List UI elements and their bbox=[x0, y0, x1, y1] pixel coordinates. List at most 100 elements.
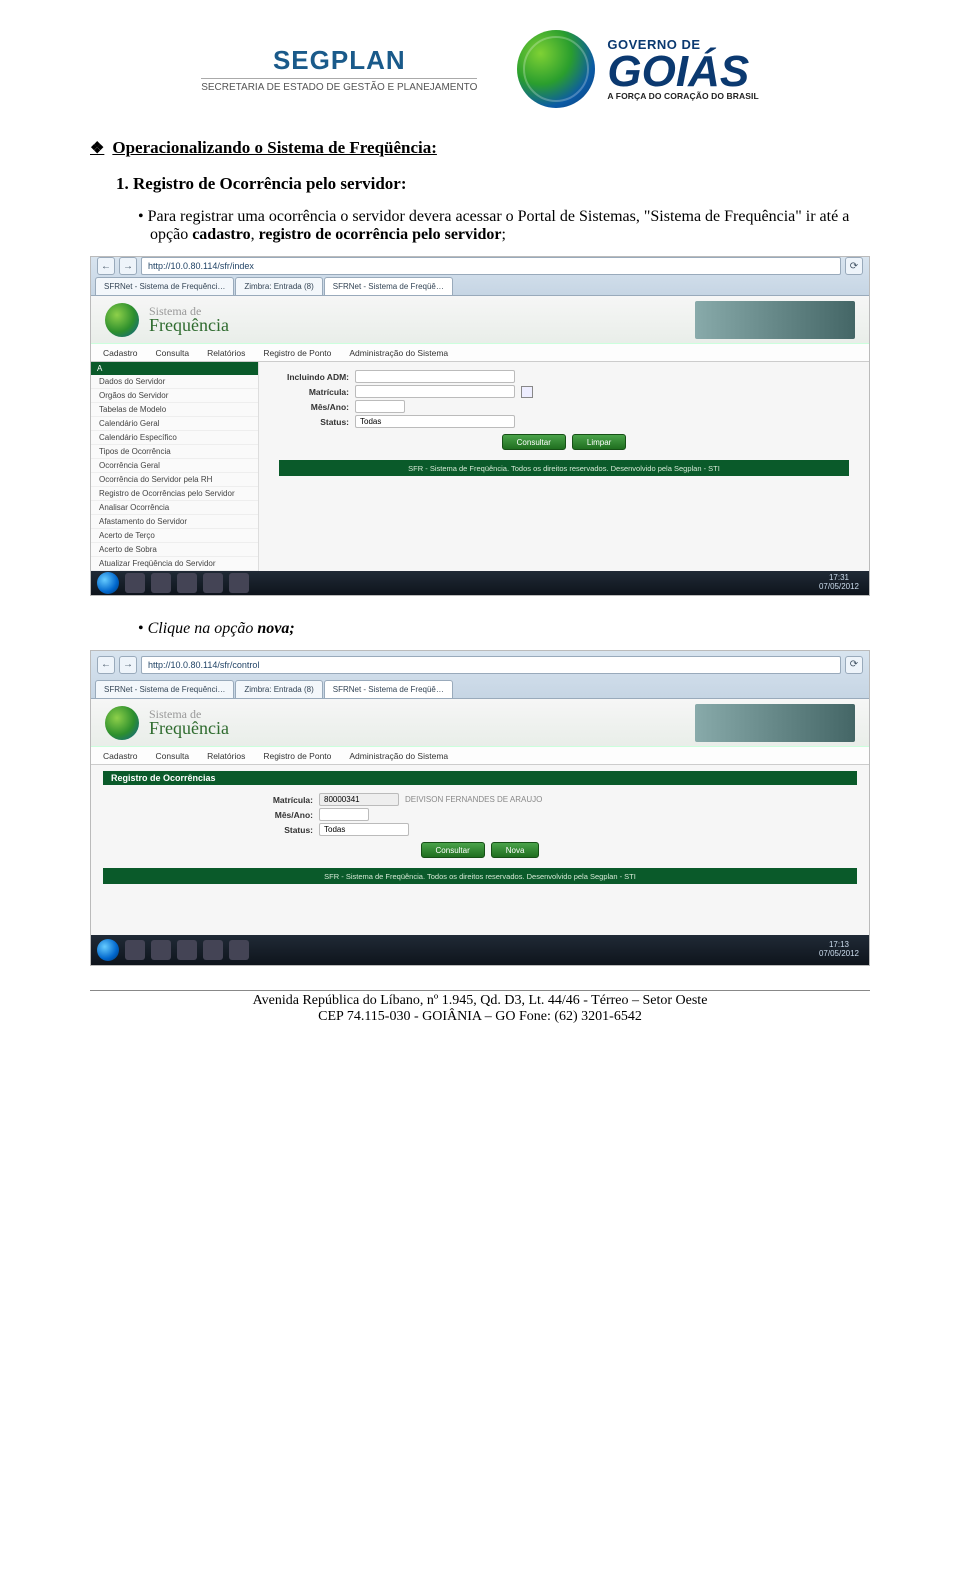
browser-tab-active[interactable]: SFRNet - Sistema de Freqüê… bbox=[324, 680, 453, 698]
taskbar-icon[interactable] bbox=[203, 940, 223, 960]
consultar-button[interactable]: Consultar bbox=[502, 434, 566, 450]
status-value: Todas bbox=[324, 825, 345, 834]
footer-line-1: Avenida República do Líbano, nº 1.945, Q… bbox=[90, 993, 870, 1009]
taskbar-icon[interactable] bbox=[125, 940, 145, 960]
select-status[interactable]: Todas bbox=[355, 415, 515, 428]
taskbar-icon[interactable] bbox=[203, 573, 223, 593]
browser-tab[interactable]: Zimbra: Entrada (8) bbox=[235, 277, 322, 295]
menu-item[interactable]: Relatórios bbox=[207, 751, 245, 761]
app-footer-bar: SFR - Sistema de Freqüência. Todos os di… bbox=[103, 868, 857, 884]
input-matricula[interactable]: 80000341 bbox=[319, 793, 399, 806]
embedded-screenshot-2: ← → http://10.0.80.114/sfr/control ⟳ SFR… bbox=[90, 650, 870, 966]
input-matricula[interactable] bbox=[355, 385, 515, 398]
refresh-button[interactable]: ⟳ bbox=[845, 257, 863, 275]
label-matricula: Matrícula: bbox=[279, 387, 349, 397]
app-title: Sistema de Frequência bbox=[149, 304, 229, 336]
system-clock: 17:13 07/05/2012 bbox=[819, 941, 863, 959]
select-status[interactable]: Todas bbox=[319, 823, 409, 836]
segplan-brand: SEGPLAN bbox=[201, 45, 477, 76]
taskbar-icon[interactable] bbox=[177, 940, 197, 960]
refresh-button[interactable]: ⟳ bbox=[845, 656, 863, 674]
sidebar-item[interactable]: Dados do Servidor bbox=[91, 375, 258, 389]
app-menubar: Cadastro Consulta Relatórios Registro de… bbox=[91, 747, 869, 765]
numbered-item-1: 1. Registro de Ocorrência pelo servidor: bbox=[116, 174, 870, 194]
windows-taskbar: 17:31 07/05/2012 bbox=[91, 571, 869, 595]
consultar-button[interactable]: Consultar bbox=[421, 842, 485, 858]
sidebar-item[interactable]: Tabelas de Modelo bbox=[91, 403, 258, 417]
label-mes-ano: Mês/Ano: bbox=[243, 810, 313, 820]
footer-line-2: CEP 74.115-030 - GOIÂNIA – GO Fone: (62)… bbox=[90, 1009, 870, 1025]
back-button[interactable]: ← bbox=[97, 656, 115, 674]
taskbar-icon[interactable] bbox=[151, 940, 171, 960]
page-footer: Avenida República do Líbano, nº 1.945, Q… bbox=[90, 990, 870, 1025]
sidebar-item[interactable]: Ocorrência do Servidor pela RH bbox=[91, 473, 258, 487]
forward-button[interactable]: → bbox=[119, 656, 137, 674]
sidebar-item[interactable]: Acerto de Sobra bbox=[91, 543, 258, 557]
sidebar-item[interactable]: Analisar Ocorrência bbox=[91, 501, 258, 515]
goias-main: GOIÁS bbox=[607, 52, 758, 92]
taskbar-icon[interactable] bbox=[229, 573, 249, 593]
taskbar-icon[interactable] bbox=[125, 573, 145, 593]
label-mes-ano: Mês/Ano: bbox=[279, 402, 349, 412]
nova-button[interactable]: Nova bbox=[491, 842, 540, 858]
goias-logo: GOVERNO DE GOIÁS A FORÇA DO CORAÇÃO DO B… bbox=[517, 30, 758, 108]
browser-tab[interactable]: SFRNet - Sistema de Frequênci… bbox=[95, 680, 234, 698]
input-mes-ano[interactable] bbox=[355, 400, 405, 413]
browser-chrome: ← → http://10.0.80.114/sfr/index ⟳ SFRNe… bbox=[91, 257, 869, 296]
menu-item[interactable]: Administração do Sistema bbox=[349, 348, 448, 358]
app-body: Sistema de Frequência Cadastro Consulta … bbox=[91, 699, 869, 935]
panel-title: Registro de Ocorrências bbox=[103, 771, 857, 785]
document-header: SEGPLAN SECRETARIA DE ESTADO DE GESTÃO E… bbox=[90, 30, 870, 108]
forward-button[interactable]: → bbox=[119, 257, 137, 275]
segplan-logo: SEGPLAN SECRETARIA DE ESTADO DE GESTÃO E… bbox=[201, 45, 477, 93]
limpar-button[interactable]: Limpar bbox=[572, 434, 626, 450]
start-button[interactable] bbox=[97, 939, 119, 961]
address-bar[interactable]: http://10.0.80.114/sfr/index bbox=[141, 257, 841, 275]
app-menubar: Cadastro Consulta Relatórios Registro de… bbox=[91, 344, 869, 362]
filter-form: Incluindo ADM: Matrícula: Mês/Ano: Statu… bbox=[259, 362, 869, 571]
sidebar-item[interactable]: Acerto de Terço bbox=[91, 529, 258, 543]
bullet-1: Para registrar uma ocorrência o servidor… bbox=[150, 208, 870, 244]
sidebar-header: A bbox=[91, 362, 258, 375]
app-main: Registro de Ocorrências Matrícula: 80000… bbox=[91, 765, 869, 935]
menu-item[interactable]: Relatórios bbox=[207, 348, 245, 358]
address-bar[interactable]: http://10.0.80.114/sfr/control bbox=[141, 656, 841, 674]
bullet-2: Clique na opção nova; bbox=[150, 620, 870, 638]
app-brand-image bbox=[695, 704, 855, 742]
browser-tab[interactable]: Zimbra: Entrada (8) bbox=[235, 680, 322, 698]
input-mes-ano[interactable] bbox=[319, 808, 369, 821]
menu-item[interactable]: Consulta bbox=[156, 751, 190, 761]
input-incluindo-adm[interactable] bbox=[355, 370, 515, 383]
sidebar-item[interactable]: Calendário Geral bbox=[91, 417, 258, 431]
sidebar-item[interactable]: Registro de Ocorrências pelo Servidor bbox=[91, 487, 258, 501]
sidebar-item[interactable]: Orgãos do Servidor bbox=[91, 389, 258, 403]
windows-taskbar: 17:13 07/05/2012 bbox=[91, 935, 869, 965]
sidebar-item[interactable]: Calendário Específico bbox=[91, 431, 258, 445]
browser-tabs: SFRNet - Sistema de Frequênci… Zimbra: E… bbox=[91, 275, 869, 295]
app-brand-bar: Sistema de Frequência bbox=[91, 699, 869, 747]
back-button[interactable]: ← bbox=[97, 257, 115, 275]
menu-item[interactable]: Cadastro bbox=[103, 751, 138, 761]
registro-form: Matrícula: 80000341 DEIVISON FERNANDES D… bbox=[103, 791, 857, 858]
sidebar-item[interactable]: Atualizar Freqüência do Servidor bbox=[91, 557, 258, 571]
browser-tab-active[interactable]: SFRNet - Sistema de Freqüê… bbox=[324, 277, 453, 295]
checkbox-matricula[interactable] bbox=[521, 386, 533, 398]
menu-item[interactable]: Consulta bbox=[156, 348, 190, 358]
sidebar-item[interactable]: Ocorrência Geral bbox=[91, 459, 258, 473]
app-brand-bar: Sistema de Frequência bbox=[91, 296, 869, 344]
browser-tab[interactable]: SFRNet - Sistema de Frequênci… bbox=[95, 277, 234, 295]
menu-item[interactable]: Registro de Ponto bbox=[263, 348, 331, 358]
globe-icon bbox=[517, 30, 595, 108]
start-button[interactable] bbox=[97, 572, 119, 594]
taskbar-icon[interactable] bbox=[177, 573, 197, 593]
menu-item[interactable]: Registro de Ponto bbox=[263, 751, 331, 761]
menu-item[interactable]: Cadastro bbox=[103, 348, 138, 358]
browser-toolbar: ← → http://10.0.80.114/sfr/index ⟳ bbox=[91, 257, 869, 275]
sidebar-item[interactable]: Tipos de Ocorrência bbox=[91, 445, 258, 459]
sidebar-item[interactable]: Afastamento do Servidor bbox=[91, 515, 258, 529]
taskbar-icon[interactable] bbox=[229, 940, 249, 960]
section-heading: ❖ Operacionalizando o Sistema de Freqüên… bbox=[90, 138, 870, 158]
menu-item[interactable]: Administração do Sistema bbox=[349, 751, 448, 761]
taskbar-icon[interactable] bbox=[151, 573, 171, 593]
app-title-main: Frequência bbox=[149, 718, 229, 738]
